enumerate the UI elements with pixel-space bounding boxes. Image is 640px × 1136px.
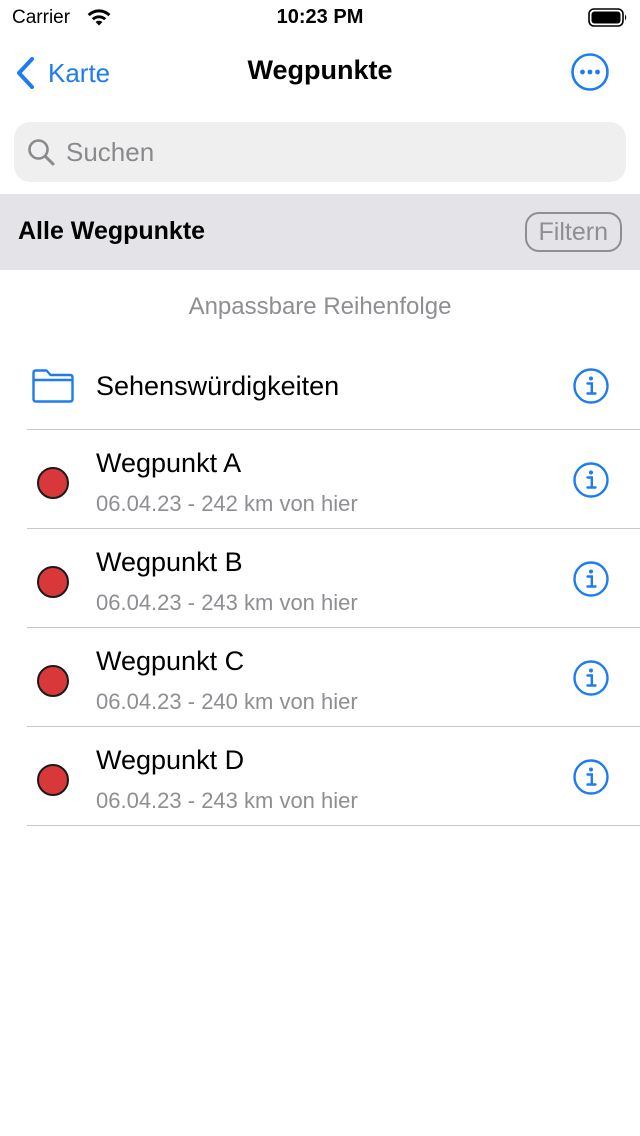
waypoint-subtitle: 06.04.23 - 240 km von hier xyxy=(96,689,358,714)
waypoint-title: Wegpunkt B xyxy=(96,547,243,577)
search-input[interactable] xyxy=(66,136,606,168)
section-title: Alle Wegpunkte xyxy=(18,217,206,245)
waypoint-dot-icon xyxy=(37,665,69,697)
filter-button[interactable]: Filtern xyxy=(524,212,622,252)
chevron-left-icon xyxy=(17,57,34,89)
status-bar: Carrier 10:23 PM xyxy=(0,0,640,36)
folder-row[interactable]: Sehenswürdigkeiten xyxy=(0,340,640,430)
info-icon[interactable] xyxy=(572,758,610,796)
navigation-bar: Karte Wegpunkte xyxy=(0,36,640,110)
waypoint-subtitle: 06.04.23 - 243 km von hier xyxy=(96,590,358,615)
row-separator xyxy=(27,825,640,826)
clock-label: 10:23 PM xyxy=(276,6,364,28)
waypoint-row[interactable]: Wegpunkt A 06.04.23 - 242 km von hier xyxy=(0,430,640,529)
info-icon[interactable] xyxy=(572,560,610,598)
waypoint-subtitle: 06.04.23 - 243 km von hier xyxy=(96,788,358,813)
info-icon[interactable] xyxy=(572,461,610,499)
battery-icon xyxy=(588,8,627,27)
folder-icon xyxy=(32,369,74,403)
info-icon[interactable] xyxy=(572,659,610,697)
folder-label: Sehenswürdigkeiten xyxy=(96,371,340,401)
search-icon xyxy=(28,139,55,166)
waypoint-dot-icon xyxy=(37,566,69,598)
waypoint-row[interactable]: Wegpunkt C 06.04.23 - 240 km von hier xyxy=(0,628,640,727)
waypoint-row[interactable]: Wegpunkt B 06.04.23 - 243 km von hier xyxy=(0,529,640,628)
search-bar xyxy=(14,122,626,182)
section-header: Alle Wegpunkte Filtern xyxy=(0,194,640,270)
waypoint-dot-icon xyxy=(37,764,69,796)
waypoint-subtitle: 06.04.23 - 242 km von hier xyxy=(96,491,358,516)
waypoint-dot-icon xyxy=(37,467,69,499)
waypoint-list: Sehenswürdigkeiten Wegpunkt A 06.04.23 -… xyxy=(0,340,640,826)
ellipsis-circle-icon[interactable] xyxy=(570,52,610,92)
back-button-label: Karte xyxy=(48,57,111,88)
waypoint-title: Wegpunkt A xyxy=(96,448,242,478)
waypoint-title: Wegpunkt C xyxy=(96,646,245,676)
back-button[interactable]: Karte xyxy=(14,54,110,92)
waypoint-title: Wegpunkt D xyxy=(96,745,245,775)
waypoint-row[interactable]: Wegpunkt D 06.04.23 - 243 km von hier xyxy=(0,727,640,826)
sort-order-hint: Anpassbare Reihenfolge xyxy=(188,293,452,320)
info-icon[interactable] xyxy=(572,367,610,405)
